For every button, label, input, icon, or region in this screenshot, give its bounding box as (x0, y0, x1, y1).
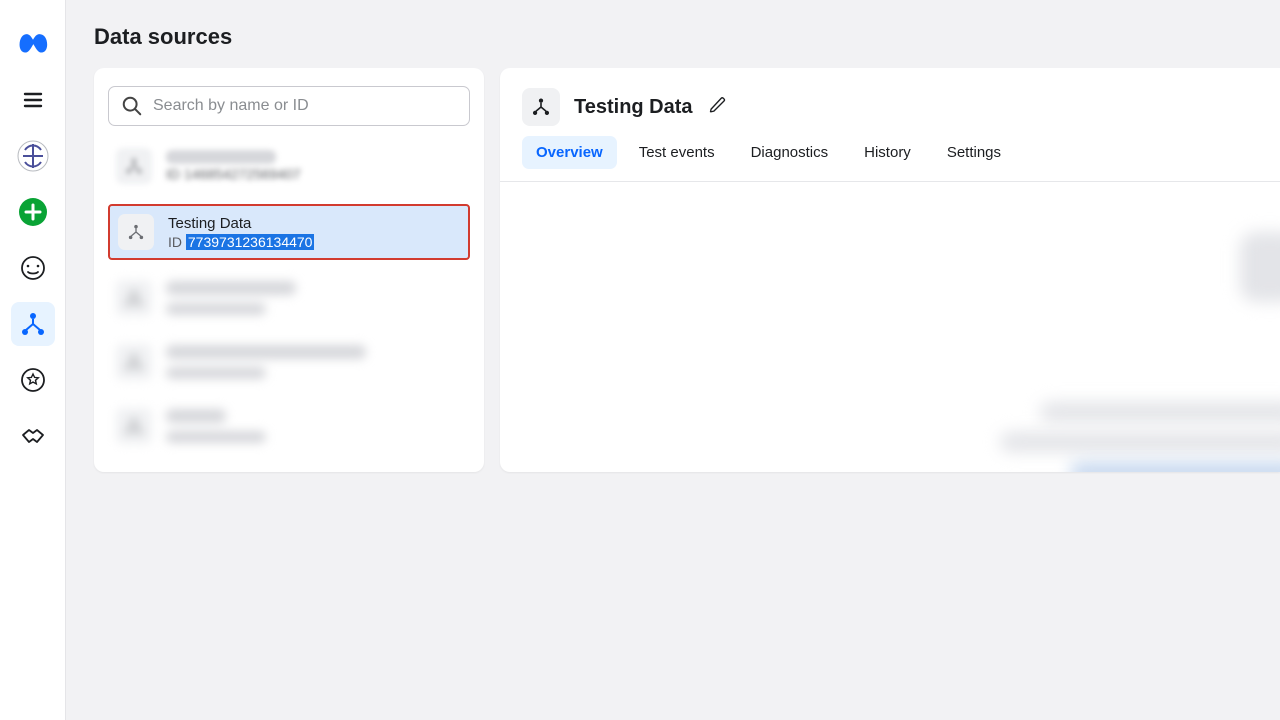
datasource-item[interactable] (108, 272, 470, 324)
detail-tabs: Overview Test events Diagnostics History… (500, 136, 1280, 182)
main-content: Data sources ID 146854272569407 (66, 0, 1280, 720)
pixel-icon (522, 88, 560, 126)
datasource-id: ID 7739731236134470 (168, 234, 314, 250)
hamburger-menu-icon[interactable] (11, 78, 55, 122)
pixel-icon (118, 214, 154, 250)
datasource-id-value: 7739731236134470 (186, 234, 315, 250)
search-input[interactable] (153, 97, 457, 115)
datasource-item[interactable] (108, 400, 470, 452)
favorites-icon[interactable] (11, 358, 55, 402)
business-icon (17, 140, 49, 172)
datasource-item-selected[interactable]: Testing Data ID 7739731236134470 (108, 204, 470, 260)
edit-name-button[interactable] (709, 96, 727, 119)
detail-title: Testing Data (574, 96, 693, 119)
tab-settings[interactable]: Settings (933, 136, 1015, 169)
pencil-icon (709, 96, 727, 114)
pixel-icon (116, 408, 152, 444)
tab-history[interactable]: History (850, 136, 925, 169)
search-icon (121, 95, 143, 117)
hamburger-menu-icon (21, 88, 45, 112)
panels: ID 146854272569407 Testing Data ID 77397… (94, 68, 1280, 472)
pixel-icon (116, 280, 152, 316)
detail-header: Testing Data (500, 68, 1280, 136)
star-icon (20, 367, 46, 393)
data-sources-nav-icon[interactable] (11, 302, 55, 346)
left-nav-rail (0, 0, 66, 720)
add-button-icon[interactable] (11, 190, 55, 234)
datasource-list: ID 146854272569407 Testing Data ID 77397… (108, 140, 470, 452)
meta-logo-icon (16, 27, 50, 61)
partner-icon[interactable] (11, 414, 55, 458)
handshake-icon (20, 423, 46, 449)
datasource-item[interactable]: ID 146854272569407 (108, 140, 470, 192)
search-field[interactable] (108, 86, 470, 126)
gauge-icon (20, 255, 46, 281)
pixel-icon (116, 148, 152, 184)
datasource-list-panel: ID 146854272569407 Testing Data ID 77397… (94, 68, 484, 472)
datasource-item[interactable] (108, 336, 470, 388)
datasource-name: Testing Data (168, 215, 314, 232)
pixel-icon (116, 344, 152, 380)
tab-diagnostics[interactable]: Diagnostics (737, 136, 843, 169)
detail-panel: Testing Data Overview Test events Diagno… (500, 68, 1280, 472)
tab-overview[interactable]: Overview (522, 136, 617, 169)
datasource-id: ID 146854272569407 (166, 166, 301, 182)
business-icon[interactable] (11, 134, 55, 178)
page-title: Data sources (94, 0, 1280, 68)
gauge-icon[interactable] (11, 246, 55, 290)
detail-body (500, 182, 1280, 472)
meta-logo-icon[interactable] (11, 22, 55, 66)
add-icon (18, 197, 48, 227)
data-sources-icon (20, 311, 46, 337)
tab-test-events[interactable]: Test events (625, 136, 729, 169)
